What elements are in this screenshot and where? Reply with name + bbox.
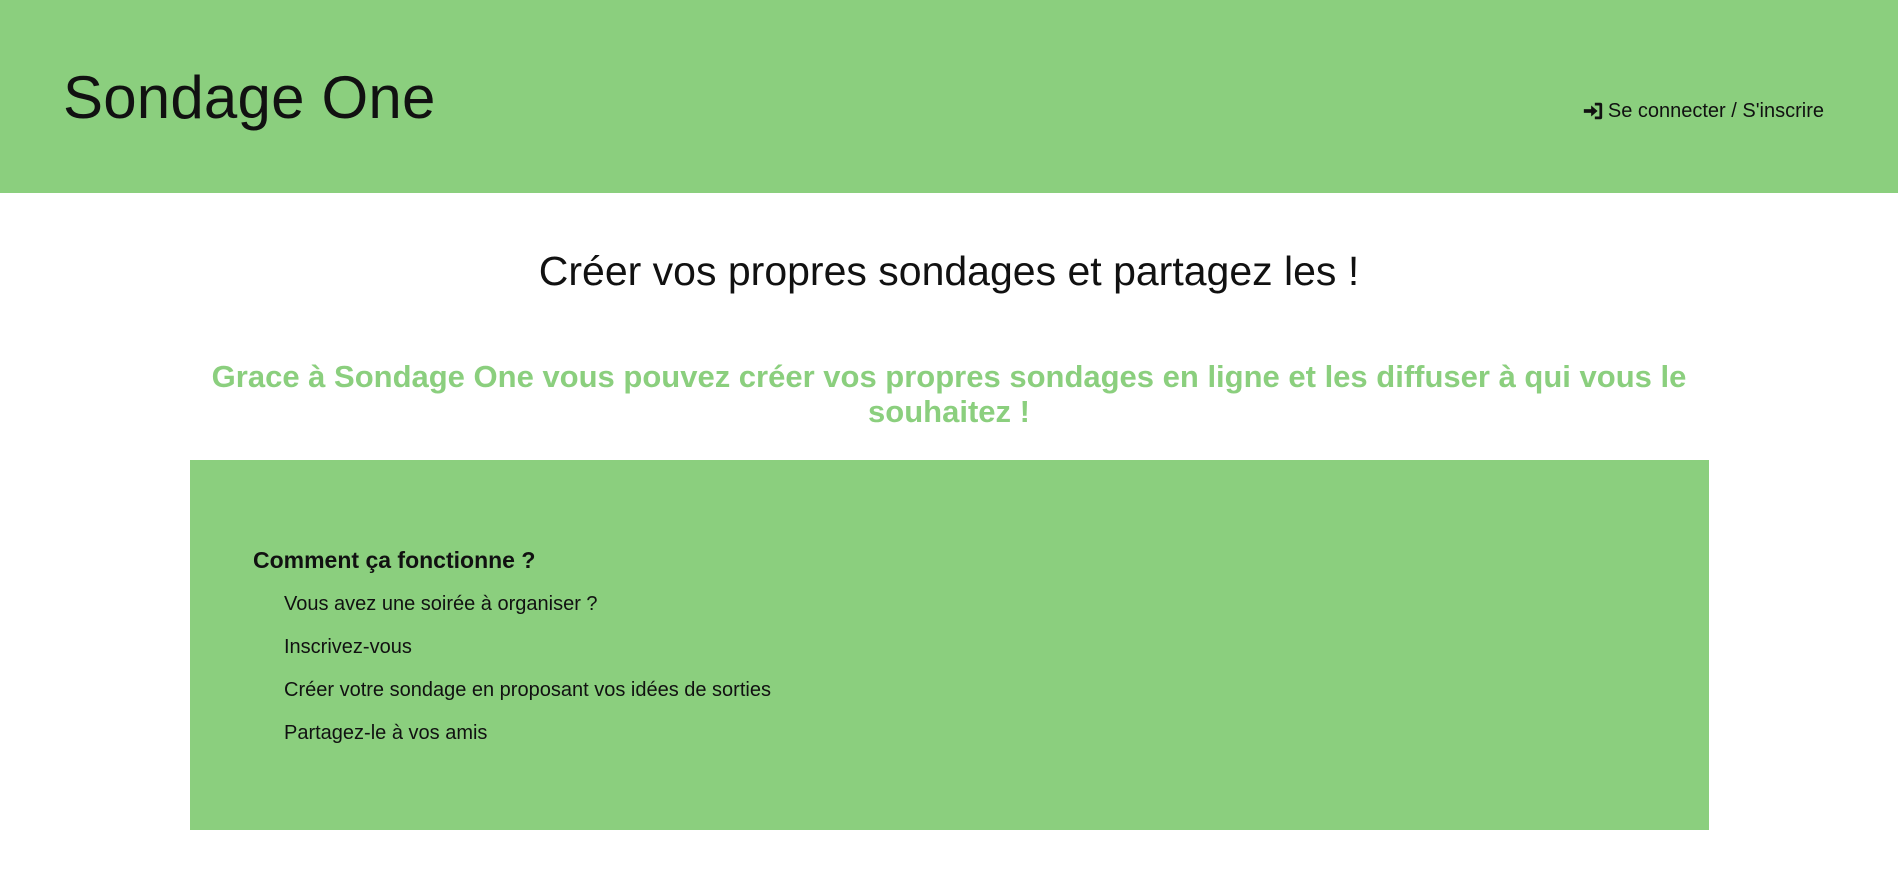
how-it-works-title: Comment ça fonctionne ? — [253, 547, 536, 573]
hero-subtitle: Grace à Sondage One vous pouvez créer vo… — [211, 359, 1687, 429]
how-it-works-panel: Comment ça fonctionne ? Vous avez une so… — [190, 460, 1709, 830]
page-title: Créer vos propres sondages et partagez l… — [538, 248, 1360, 295]
site-header: Sondage One Se connecter / S'inscrire — [0, 0, 1898, 193]
how-it-works-steps: Vous avez une soirée à organiser ? Inscr… — [284, 592, 771, 764]
sign-in-icon — [1582, 100, 1604, 122]
step-item: Partagez-le à vos amis — [284, 722, 488, 744]
site-brand[interactable]: Sondage One — [63, 62, 436, 134]
step-item: Inscrivez-vous — [284, 636, 412, 658]
login-signup-link[interactable]: Se connecter / S'inscrire — [1582, 99, 1824, 123]
login-signup-label: Se connecter / S'inscrire — [1607, 100, 1824, 122]
step-item: Vous avez une soirée à organiser ? — [284, 593, 598, 615]
step-item: Créer votre sondage en proposant vos idé… — [284, 679, 771, 701]
